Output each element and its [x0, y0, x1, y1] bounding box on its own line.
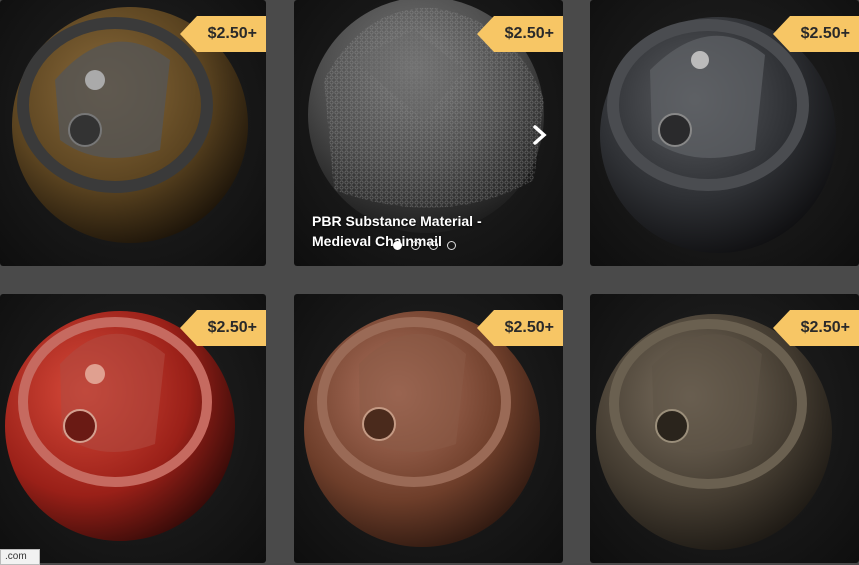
product-card-4[interactable]: $2.50+ — [0, 294, 266, 563]
carousel-dot-2[interactable] — [411, 241, 420, 250]
price-tag: $2.50+ — [477, 310, 563, 346]
price-tag: $2.50+ — [773, 16, 859, 52]
product-card-3[interactable]: $2.50+ — [590, 0, 859, 266]
carousel-dot-4[interactable] — [447, 241, 456, 250]
product-card-1[interactable]: $2.50+ — [0, 0, 266, 266]
carousel-dot-1[interactable] — [393, 241, 402, 250]
product-card-2-carousel[interactable]: PBR Substance Material - Medieval Chainm… — [294, 0, 563, 266]
price-tag: $2.50+ — [180, 310, 266, 346]
carousel-dots — [393, 241, 456, 250]
price-tag: $2.50+ — [773, 310, 859, 346]
product-card-6[interactable]: $2.50+ — [590, 294, 859, 563]
carousel-dot-3[interactable] — [429, 241, 438, 250]
price-tag: $2.50+ — [477, 16, 563, 52]
chevron-right-icon[interactable] — [531, 124, 549, 146]
product-card-5[interactable]: $2.50+ — [294, 294, 563, 563]
price-tag: $2.50+ — [180, 16, 266, 52]
